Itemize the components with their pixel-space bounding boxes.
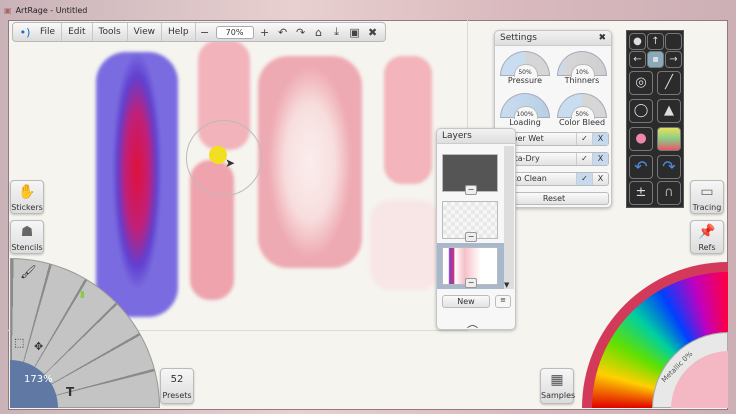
layers-scrollbar[interactable]: ▼	[504, 146, 514, 289]
paint-stroke-pink	[384, 56, 432, 184]
layers-header: Layers	[437, 129, 515, 144]
menu-toggle-icon[interactable]: •)	[16, 26, 34, 39]
layer-thumbnail[interactable]: −	[442, 247, 498, 288]
tracing-button[interactable]: ▭ Tracing	[690, 180, 724, 214]
toggle-off[interactable]: X	[592, 153, 608, 165]
pressure-dial[interactable]: 50% Pressure	[499, 51, 551, 85]
dial-label: Color Bleed	[558, 118, 606, 127]
text-tool-icon[interactable]: T	[66, 385, 74, 399]
arrow-up-icon[interactable]: ↑	[647, 33, 664, 50]
arrow-left-icon[interactable]: ←	[629, 51, 646, 68]
loading-dial[interactable]: 100% Loading	[499, 93, 551, 127]
toggle-on[interactable]: ✓	[576, 173, 592, 185]
stencils-button[interactable]: ☗ Stencils	[10, 220, 44, 254]
color-bleed-dial[interactable]: 50% Color Bleed	[556, 93, 608, 127]
import-icon[interactable]: ⤓	[328, 25, 346, 39]
lasso-icon[interactable]: ◯	[629, 99, 653, 123]
samples-button[interactable]: ▦ Samples	[540, 368, 576, 404]
close-icon[interactable]: ✖	[364, 26, 382, 39]
layer-collapse-button[interactable]: −	[465, 185, 477, 195]
paint-stroke-faint	[370, 200, 440, 290]
line-icon[interactable]: ╱	[657, 71, 681, 95]
pin-icon[interactable]: ●	[629, 33, 646, 50]
layer-thumbnail[interactable]: −	[442, 201, 498, 242]
save-icon[interactable]: ▪	[647, 51, 664, 68]
dial-label: Pressure	[507, 76, 543, 85]
dial-value: 100%	[516, 111, 534, 118]
menu-file[interactable]: File	[34, 23, 63, 41]
brush-tool-icon[interactable]: 🖌	[20, 265, 37, 280]
layer-thumbnail[interactable]: −	[442, 154, 498, 195]
stencils-label: Stencils	[11, 243, 43, 252]
title-bar: ▣ ArtRage - Untitled	[0, 0, 736, 20]
menu-edit[interactable]: Edit	[62, 23, 93, 41]
tracing-image-icon[interactable]: ▣	[346, 26, 364, 39]
pin-note-icon: 📌	[698, 224, 716, 240]
symmetry-icon[interactable]: ▲	[657, 99, 681, 123]
close-icon[interactable]: ✖	[598, 33, 606, 43]
menu-help[interactable]: Help	[162, 23, 196, 41]
toggle-off[interactable]: X	[592, 133, 608, 145]
settings-title: Settings	[500, 33, 537, 43]
tracing-label: Tracing	[692, 203, 722, 212]
stickers-button[interactable]: ✋ Stickers	[10, 180, 44, 214]
menu-view[interactable]: View	[128, 23, 163, 41]
toggle-on[interactable]: ✓	[576, 133, 592, 145]
stencils-icon: ☗	[20, 224, 34, 240]
toolbar: •) File Edit Tools View Help − 70% + ↶ ↷…	[12, 22, 386, 42]
mouse-pointer-icon: ➤	[225, 156, 236, 170]
layer-collapse-button[interactable]: −	[465, 278, 477, 288]
layer-menu-button[interactable]: ≡	[495, 295, 511, 308]
layers-panel: Layers − − − ▼ New ≡ ︵	[436, 128, 516, 330]
dial-label: Loading	[509, 118, 541, 127]
undo-icon[interactable]: ↶	[629, 155, 653, 179]
presets-label: Presets	[162, 391, 192, 400]
presets-button[interactable]: 52 Presets	[160, 368, 194, 404]
arrow-right-icon[interactable]: →	[665, 51, 682, 68]
redo-icon[interactable]: ↷	[657, 155, 681, 179]
app-icon: ▣	[4, 5, 12, 15]
menu-tools[interactable]: Tools	[93, 23, 128, 41]
pencil-tool-icon[interactable]: ▮	[80, 290, 85, 300]
new-layer-button[interactable]: New	[442, 295, 490, 308]
rotate-icon[interactable]: ◎	[629, 71, 653, 95]
refs-label: Refs	[698, 243, 716, 252]
redo-icon[interactable]: ↷	[292, 26, 310, 39]
dial-value: 10%	[575, 69, 589, 76]
tool-panel: ● ↑ ← ▪ → ◎ ╱ ◯ ▲ ● ↶ ↷ ± ∩	[626, 30, 684, 208]
thinners-dial[interactable]: 10% Thinners	[556, 51, 608, 85]
dial-value: 50%	[575, 111, 589, 118]
paint-stroke-pink	[258, 56, 362, 268]
stickers-icon: ✋	[18, 184, 36, 200]
refs-button[interactable]: 📌 Refs	[690, 220, 724, 254]
canvas-settings-icon[interactable]: ⌂	[310, 26, 328, 39]
paint-stroke-blue	[96, 52, 178, 317]
empty-slot[interactable]	[665, 33, 682, 50]
settings-header[interactable]: Settings ✖	[495, 31, 611, 46]
dial-value: 50%	[518, 69, 532, 76]
tracing-icon: ▭	[700, 184, 714, 200]
canvas-zoom-value: 173%	[24, 374, 53, 385]
binoculars-icon[interactable]: ∩	[657, 181, 681, 205]
samples-icon: ▦	[550, 372, 564, 388]
zoom-field[interactable]: 70%	[215, 25, 254, 39]
select-tool-icon[interactable]: ⬚	[14, 336, 24, 349]
layers-title: Layers	[442, 131, 472, 141]
zoom-in-button[interactable]: +	[256, 26, 274, 39]
palette-icon[interactable]	[657, 127, 681, 151]
presets-count: 52	[170, 374, 184, 385]
stickers-label: Stickers	[11, 203, 43, 212]
layer-collapse-button[interactable]: −	[465, 232, 477, 242]
undo-icon[interactable]: ↶	[274, 26, 292, 39]
toggle-on[interactable]: ✓	[576, 153, 592, 165]
color-picker-icon[interactable]: ●	[629, 127, 653, 151]
toggle-off[interactable]: X	[592, 173, 608, 185]
transform-tool-icon[interactable]: ✥	[34, 340, 43, 353]
samples-label: Samples	[541, 391, 576, 400]
brush-size-icon[interactable]: ±	[629, 181, 653, 205]
dial-label: Thinners	[564, 76, 600, 85]
window-title: ArtRage - Untitled	[15, 5, 88, 15]
zoom-out-button[interactable]: −	[196, 26, 214, 39]
collapse-panel-icon[interactable]: ︵	[467, 315, 478, 331]
